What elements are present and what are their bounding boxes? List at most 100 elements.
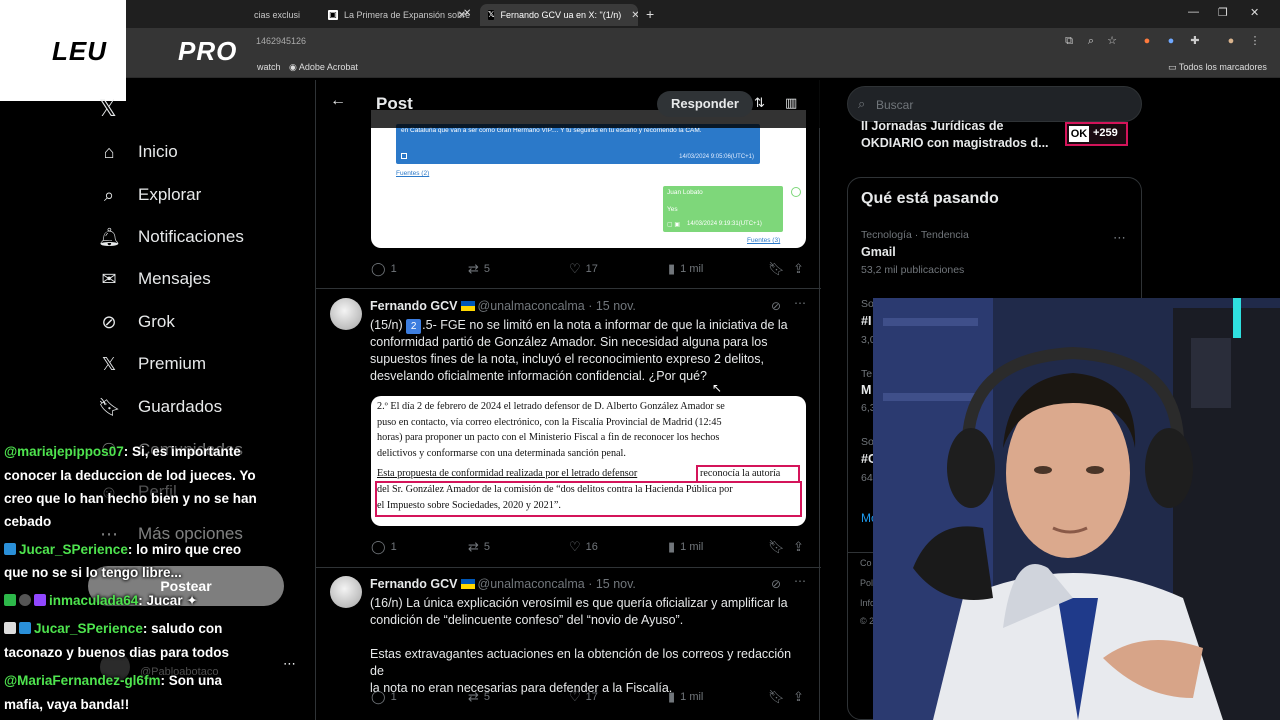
- browser-tab-2[interactable]: ▣ La Primera de Expansión sobre: [320, 4, 480, 26]
- tweet-line: Estas extravagantes actuaciones en la ob…: [370, 647, 792, 678]
- reply-action[interactable]: ◯ 1: [371, 539, 397, 555]
- back-arrow-icon[interactable]: ←: [330, 92, 346, 110]
- reply-icon: ◯: [371, 539, 386, 554]
- chat-message: inmaculada64: Jucar ✦: [4, 593, 198, 609]
- bookmark-watch[interactable]: watch: [257, 62, 281, 72]
- nav-premium[interactable]: 𝕏 Premium: [98, 349, 206, 379]
- trend-name[interactable]: #I: [861, 314, 871, 328]
- promo-text[interactable]: II Jornadas Jurídicas de OKDIARIO con ma…: [861, 118, 1061, 152]
- extension-icon[interactable]: ●: [1164, 34, 1178, 48]
- promo-badge[interactable]: OK +259: [1065, 122, 1128, 146]
- doc-line: Esta propuesta de conformidad realizada …: [377, 466, 637, 482]
- maximize-icon[interactable]: ❐: [1218, 6, 1228, 19]
- ukraine-flag-icon: [460, 579, 475, 589]
- nav-guardados[interactable]: 🔖︎ Guardados: [98, 392, 222, 422]
- views-action[interactable]: ▮ 1 mil: [668, 689, 703, 705]
- trend-name[interactable]: Gmail: [861, 245, 896, 259]
- reply-button[interactable]: Responder: [657, 91, 753, 117]
- sources-link[interactable]: Fuentes (2): [396, 170, 429, 177]
- nav-inicio[interactable]: ⌂ Inicio: [98, 137, 178, 167]
- reply-action[interactable]: ◯ 1: [371, 261, 397, 277]
- reader-icon[interactable]: ▥: [785, 95, 797, 111]
- retweet-icon: ⇄: [468, 689, 479, 704]
- like-action[interactable]: ♡ 17: [569, 261, 598, 277]
- mouse-cursor-icon: ↖: [712, 381, 723, 395]
- retweet-action[interactable]: ⇄ 5: [468, 689, 490, 705]
- chat-message: conocer la deduccion de lod jueces. Yo: [4, 468, 256, 483]
- new-tab-icon[interactable]: +: [646, 6, 654, 22]
- footer-link[interactable]: Co: [860, 558, 872, 568]
- media-image[interactable]: 2.º El día 2 de febrero de 2024 el letra…: [371, 396, 806, 526]
- filter-icon[interactable]: ⇅: [754, 95, 765, 111]
- more-icon[interactable]: ⋯: [794, 296, 806, 310]
- avatar[interactable]: [330, 576, 362, 608]
- minimize-icon[interactable]: —: [1188, 6, 1199, 18]
- tweet-actions: ◯ 1 ⇄ 5 ♡ 16 ▮ 1 mil 🔖︎ ⇪: [371, 539, 804, 557]
- like-action[interactable]: ♡ 17: [569, 689, 598, 705]
- nav-explorar[interactable]: ⌕ Explorar: [98, 180, 201, 210]
- close-window-icon[interactable]: ✕: [1250, 6, 1259, 19]
- views-action[interactable]: ▮ 1 mil: [668, 539, 703, 555]
- bookmark-icon: 🔖︎: [768, 261, 785, 276]
- author-name: Fernando GCV: [370, 577, 458, 591]
- star-icon[interactable]: ☆: [1105, 34, 1119, 48]
- tweet-author[interactable]: Fernando GCV @unalmaconcalma · 15 nov.: [370, 577, 636, 591]
- chat-message: Jucar_SPerience: saludo con: [4, 621, 222, 636]
- chat-message: taconazo y buenos dias para todos: [4, 645, 230, 660]
- document-excerpt: 2.º El día 2 de febrero de 2024 el letra…: [377, 399, 802, 461]
- home-icon: ⌂: [103, 141, 115, 162]
- x-logo-icon[interactable]: 𝕏: [99, 96, 117, 122]
- trend-name[interactable]: M: [861, 383, 871, 397]
- stream-logo-left: LEU: [52, 36, 107, 66]
- avatar[interactable]: [330, 298, 362, 330]
- subscriber-badge-icon: [4, 543, 16, 555]
- media-image[interactable]: en Cataluña que van a ser como Gran Herm…: [371, 110, 806, 248]
- doc-line: 2.º El día 2 de febrero de 2024 el letra…: [377, 401, 725, 412]
- status-icon: [791, 187, 801, 197]
- more-icon[interactable]: ⋯: [1113, 230, 1126, 246]
- search-input[interactable]: ⌕ Buscar: [847, 86, 1142, 122]
- nav-notificaciones[interactable]: 🔔︎ Notificaciones: [98, 222, 244, 252]
- grok-icon[interactable]: ⊘: [771, 299, 781, 313]
- close-icon[interactable]: ✕: [463, 8, 471, 19]
- divider: [316, 288, 821, 289]
- bookmark-action[interactable]: 🔖︎: [768, 539, 790, 555]
- share-action[interactable]: ⇪: [793, 261, 809, 277]
- share-action[interactable]: ⇪: [793, 539, 809, 555]
- post-header: ← Post Responder ⇅ ▥: [316, 80, 821, 128]
- more-icon[interactable]: ⋯: [794, 574, 806, 588]
- like-action[interactable]: ♡ 16: [569, 539, 598, 555]
- bookmark-adobe[interactable]: ◉ Adobe Acrobat: [289, 62, 358, 73]
- reply-action[interactable]: ◯ 1: [371, 689, 397, 705]
- doc-text: reconocía la autoría: [700, 468, 781, 479]
- close-icon[interactable]: ✕: [631, 10, 638, 21]
- menu-icon[interactable]: ⋮: [1248, 34, 1262, 48]
- nav-mensajes[interactable]: ✉ Mensajes: [98, 264, 210, 294]
- bookmark-action[interactable]: 🔖︎: [768, 689, 790, 705]
- extension-icon[interactable]: ●: [1140, 34, 1154, 48]
- share-icon: ⇪: [793, 689, 804, 704]
- share-action[interactable]: ⇪: [793, 689, 809, 705]
- all-bookmarks[interactable]: ▭ Todos los marcadores: [1168, 62, 1267, 73]
- page-title: Post: [376, 94, 413, 113]
- extensions-puzzle-icon[interactable]: ✚: [1188, 34, 1202, 48]
- nav-label: Premium: [138, 354, 207, 373]
- cast-icon[interactable]: ⧉: [1062, 34, 1076, 48]
- author-handle: @unalmaconcalma: [477, 577, 585, 591]
- footer-link[interactable]: Pol: [860, 578, 873, 588]
- check-badge-icon: [4, 594, 16, 606]
- grok-icon[interactable]: ⊘: [771, 577, 781, 591]
- zoom-icon[interactable]: ⌕: [1084, 34, 1098, 48]
- nav-label: Inicio: [138, 142, 178, 161]
- nav-grok[interactable]: ⊘ Grok: [98, 307, 174, 337]
- reply-icon: ◯: [371, 689, 386, 704]
- retweet-action[interactable]: ⇄ 5: [468, 261, 490, 277]
- browser-tab-3[interactable]: 𝕏 Fernando GCV ua en X: "(1/n) ✕: [480, 4, 638, 26]
- sources-link[interactable]: Fuentes (3): [747, 237, 780, 244]
- bookmark-action[interactable]: 🔖︎: [768, 261, 790, 277]
- tweet-author[interactable]: Fernando GCV @unalmaconcalma · 15 nov.: [370, 299, 636, 313]
- profile-avatar-icon[interactable]: ●: [1224, 34, 1238, 48]
- retweet-action[interactable]: ⇄ 5: [468, 539, 490, 555]
- views-action[interactable]: ▮ 1 mil: [668, 261, 703, 277]
- url-text[interactable]: 1462945126: [256, 36, 306, 46]
